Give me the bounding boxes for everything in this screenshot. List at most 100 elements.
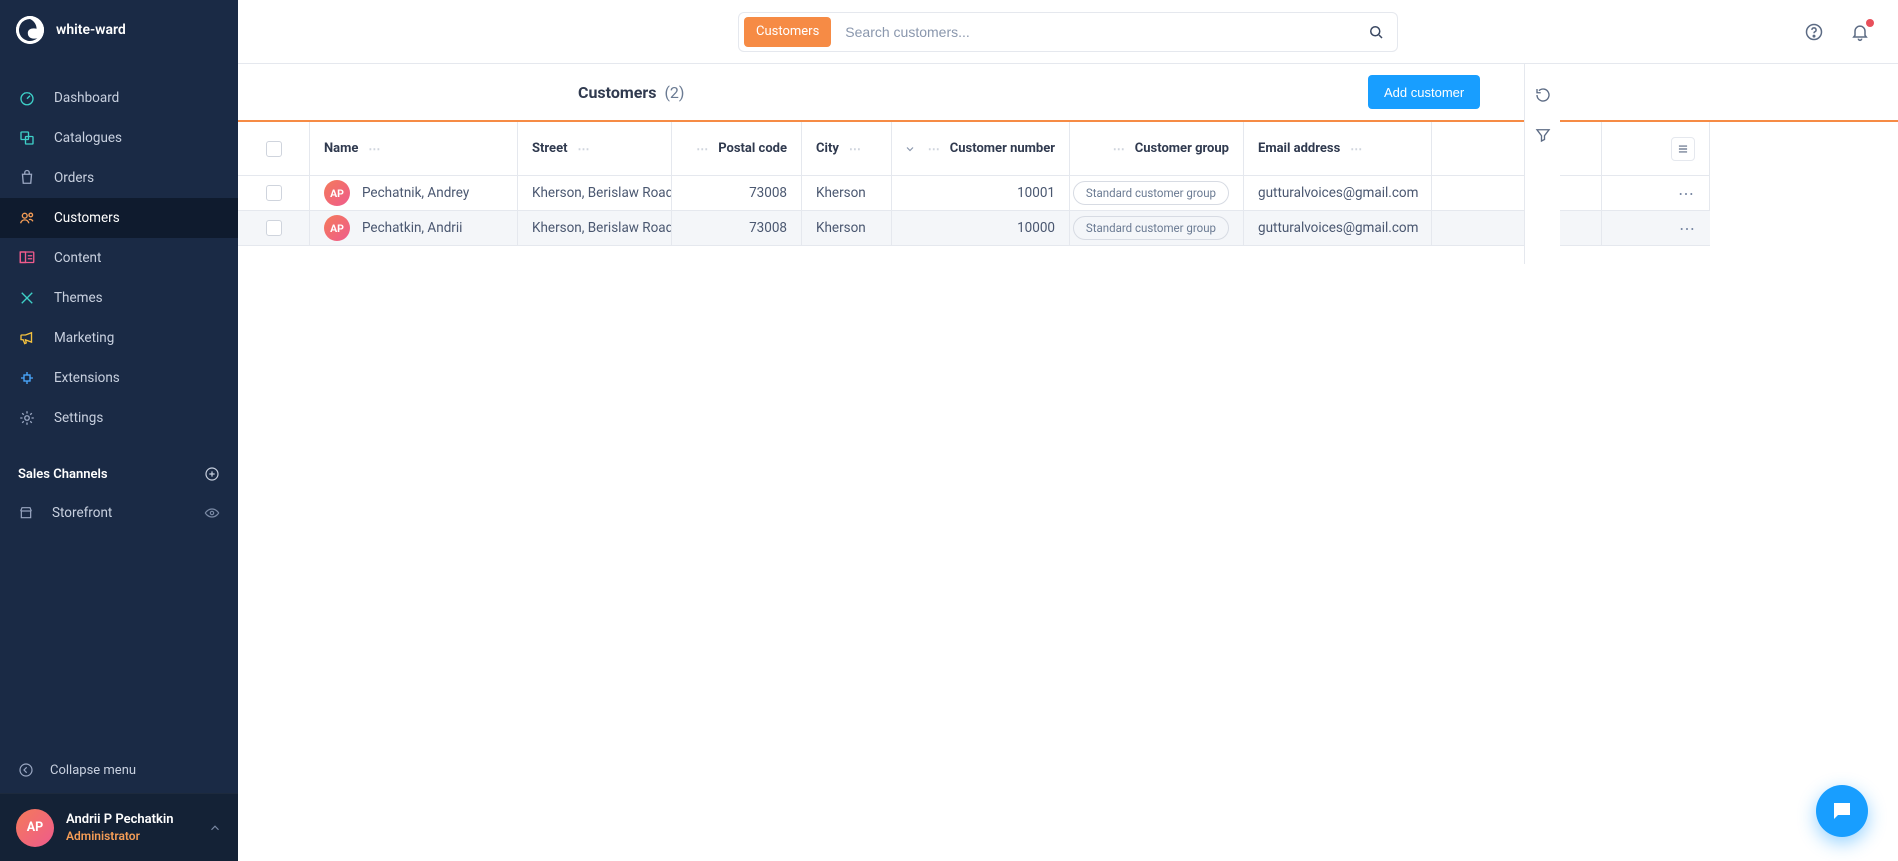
extensions-icon	[18, 369, 36, 387]
column-label: Customer group	[1135, 141, 1229, 156]
cell-postal: 73008	[672, 176, 802, 211]
row-actions-button[interactable]: ⋯	[1678, 184, 1695, 203]
cell-group: Standard customer group	[1070, 176, 1244, 211]
search-icon[interactable]	[1355, 23, 1397, 41]
column-label: Email address	[1258, 141, 1340, 156]
cell-city: Kherson	[802, 176, 892, 211]
content-header: Customers (2) Add customer	[238, 64, 1898, 122]
user-role: Administrator	[66, 829, 173, 843]
cell-actions: ⋯	[1602, 176, 1710, 211]
group-pill: Standard customer group	[1073, 216, 1229, 240]
cell-name[interactable]: APPechatkin, Andrii	[310, 211, 518, 246]
sidebar-item-label: Extensions	[54, 370, 220, 386]
notifications-icon[interactable]	[1850, 22, 1870, 42]
collapse-menu-button[interactable]: Collapse menu	[0, 747, 238, 793]
sidebar-item-label: Customers	[54, 210, 220, 226]
column-label: Postal code	[718, 141, 787, 156]
column-label: Customer number	[950, 141, 1055, 156]
main: Customers Customers (2) Add customer Nam…	[238, 0, 1898, 861]
refresh-icon[interactable]	[1534, 86, 1552, 104]
sidebar-item-catalogues[interactable]: Catalogues	[0, 118, 238, 158]
help-icon[interactable]	[1804, 22, 1824, 42]
sidebar-item-label: Marketing	[54, 330, 220, 346]
user-name: Andrii P Pechatkin	[66, 812, 173, 828]
sidebar-item-label: Content	[54, 250, 220, 266]
avatar: AP	[16, 809, 54, 847]
column-label: City	[816, 141, 839, 156]
chevron-up-icon	[208, 821, 222, 835]
column-settings	[1602, 122, 1710, 176]
page-title: Customers	[578, 83, 656, 102]
row-actions-button[interactable]: ⋯	[1679, 219, 1696, 238]
global-search[interactable]: Customers	[738, 12, 1398, 52]
column-spacer	[1432, 122, 1602, 176]
filter-icon[interactable]	[1534, 126, 1552, 144]
table-row	[238, 176, 310, 211]
storefront-icon	[18, 505, 34, 521]
column-menu-icon[interactable]: ⋯	[577, 142, 589, 156]
sidebar-item-dashboard[interactable]: Dashboard	[0, 78, 238, 118]
cell-spacer	[1432, 211, 1602, 246]
column-name[interactable]: Name ⋯	[310, 122, 518, 176]
add-customer-button[interactable]: Add customer	[1368, 75, 1480, 109]
catalogues-icon	[18, 129, 36, 147]
cell-number: 10000	[892, 211, 1070, 246]
sidebar-item-label: Catalogues	[54, 130, 220, 146]
cell-email: gutturalvoices@gmail.com	[1244, 211, 1432, 246]
sidebar-item-label: Themes	[54, 290, 220, 306]
visibility-icon[interactable]	[204, 505, 220, 521]
cell-email: gutturalvoices@gmail.com	[1244, 176, 1432, 211]
sales-channels-heading: Sales Channels	[18, 467, 108, 482]
sales-channel-storefront[interactable]: Storefront	[18, 496, 220, 530]
sidebar-item-extensions[interactable]: Extensions	[0, 358, 238, 398]
add-sales-channel-button[interactable]	[204, 466, 220, 482]
avatar: AP	[324, 215, 350, 241]
row-checkbox[interactable]	[266, 185, 282, 201]
column-menu-icon[interactable]: ⋯	[1113, 142, 1125, 156]
marketing-icon	[18, 329, 36, 347]
brand-logo-icon	[16, 16, 44, 44]
column-menu-icon[interactable]: ⋯	[928, 142, 940, 156]
chat-fab[interactable]	[1816, 785, 1868, 837]
content-icon	[18, 249, 36, 267]
notification-dot	[1866, 19, 1874, 27]
cell-name[interactable]: APPechatnik, Andrey	[310, 176, 518, 211]
brand-name: white-ward	[56, 22, 126, 38]
column-postal-code[interactable]: ⋯ Postal code	[672, 122, 802, 176]
brand[interactable]: white-ward	[0, 0, 238, 60]
sales-channel-label: Storefront	[52, 505, 112, 521]
avatar: AP	[324, 180, 350, 206]
column-customer-number[interactable]: ⋯ Customer number	[892, 122, 1070, 176]
column-street[interactable]: Street⋯	[518, 122, 672, 176]
cell-street: Kherson, Berislaw Road	[518, 176, 672, 211]
column-settings-button[interactable]	[1671, 137, 1695, 161]
row-checkbox[interactable]	[266, 220, 282, 236]
customers-table: Name ⋯ Street⋯ ⋯ Postal code City ⋯ ⋯ Custom…	[238, 122, 1898, 246]
search-input[interactable]	[831, 13, 1355, 51]
table-row	[238, 211, 310, 246]
sidebar-item-content[interactable]: Content	[0, 238, 238, 278]
sidebar-item-customers[interactable]: Customers	[0, 198, 238, 238]
column-menu-icon[interactable]: ⋯	[1350, 142, 1362, 156]
sidebar-item-themes[interactable]: Themes	[0, 278, 238, 318]
column-menu-icon[interactable]: ⋯	[696, 142, 708, 156]
column-menu-icon[interactable]: ⋯	[368, 142, 380, 156]
cell-postal: 73008	[672, 211, 802, 246]
user-menu[interactable]: AP Andrii P Pechatkin Administrator	[0, 793, 238, 861]
column-customer-group[interactable]: ⋯ Customer group	[1070, 122, 1244, 176]
sort-desc-icon[interactable]	[904, 143, 916, 155]
select-all-checkbox[interactable]	[266, 141, 282, 157]
column-menu-icon[interactable]: ⋯	[849, 142, 861, 156]
settings-icon	[18, 409, 36, 427]
column-email[interactable]: Email address ⋯	[1244, 122, 1432, 176]
orders-icon	[18, 169, 36, 187]
main-nav: Dashboard Catalogues Orders Customers Co…	[0, 60, 238, 438]
sidebar-item-settings[interactable]: Settings	[0, 398, 238, 438]
sidebar-item-marketing[interactable]: Marketing	[0, 318, 238, 358]
column-city[interactable]: City ⋯	[802, 122, 892, 176]
cell-spacer	[1432, 176, 1602, 211]
sidebar-item-orders[interactable]: Orders	[0, 158, 238, 198]
column-label: Name	[324, 141, 358, 156]
search-scope-tag[interactable]: Customers	[744, 17, 831, 47]
cell-number: 10001	[892, 176, 1070, 211]
